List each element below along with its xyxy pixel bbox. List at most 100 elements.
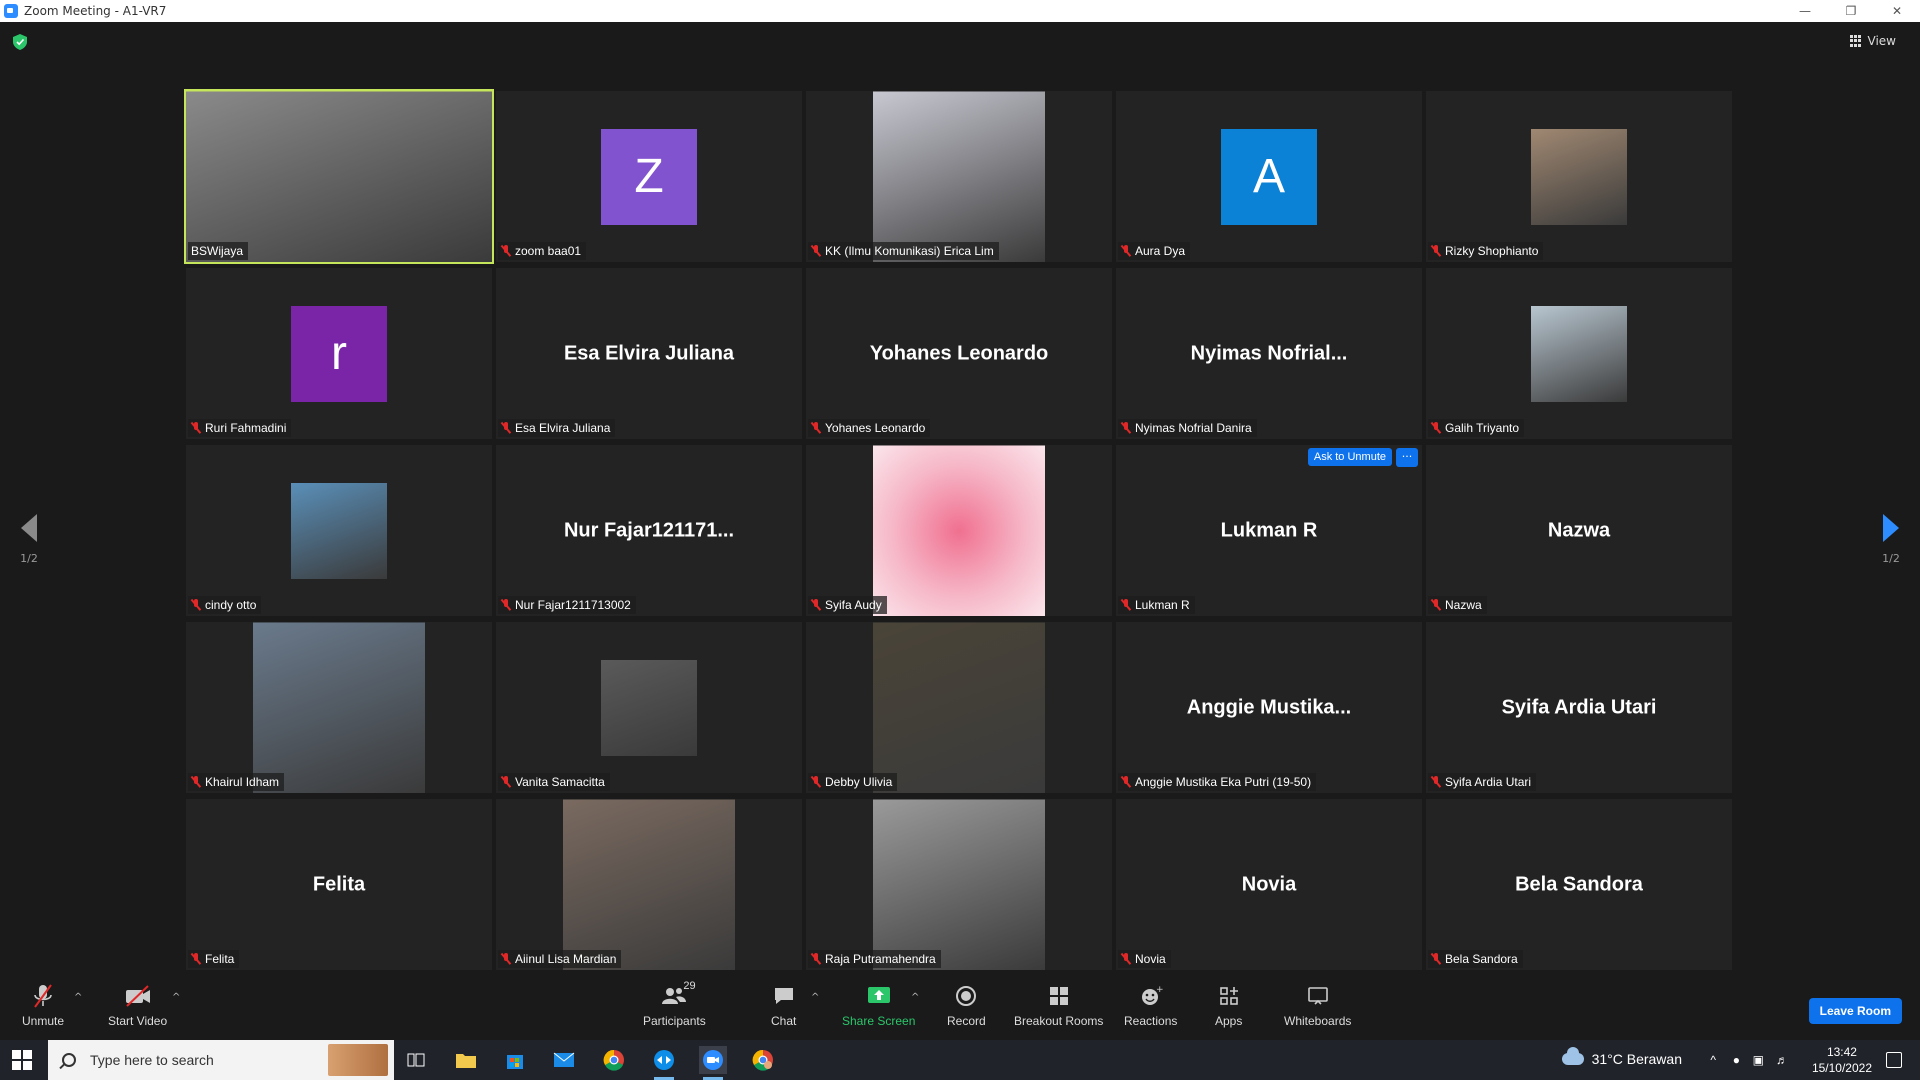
participant-tile[interactable]: KK (Ilmu Komunikasi) Erica Lim: [806, 91, 1112, 262]
mic-muted-icon: [501, 422, 511, 434]
ask-to-unmute-button[interactable]: Ask to Unmute: [1307, 448, 1392, 466]
apps-icon: [1219, 987, 1238, 1005]
participant-tile[interactable]: Khairul Idham: [186, 622, 492, 793]
mic-muted-icon: [811, 599, 821, 611]
participant-video: [873, 91, 1045, 262]
svg-text:+: +: [1156, 985, 1163, 995]
participant-tile[interactable]: A Aura Dya: [1116, 91, 1422, 262]
participant-display-name: Nyimas Nofrial...: [1190, 342, 1348, 364]
view-button[interactable]: View: [1849, 34, 1896, 48]
participant-tile[interactable]: Esa Elvira Juliana Esa Elvira Juliana: [496, 268, 802, 439]
participant-tile[interactable]: Felita Felita: [186, 799, 492, 970]
weather-widget[interactable]: 31°C Berawan: [1561, 1047, 1682, 1067]
breakout-rooms-button[interactable]: Breakout Rooms: [1014, 982, 1103, 1028]
mic-muted-icon: [1431, 599, 1441, 611]
participant-name-bar: Felita: [188, 950, 240, 968]
participant-tile[interactable]: Galih Triyanto: [1426, 268, 1732, 439]
microphone-tray-icon[interactable]: ●: [1733, 1053, 1740, 1067]
participant-tile[interactable]: Syifa Ardia Utari Syifa Ardia Utari: [1426, 622, 1732, 793]
chrome-icon[interactable]: [600, 1046, 628, 1074]
audio-options-caret-icon[interactable]: ^: [74, 992, 82, 1003]
participant-name-bar: Syifa Ardia Utari: [1428, 773, 1537, 791]
security-shield-icon[interactable]: [13, 34, 27, 50]
participant-tile[interactable]: Vanita Samacitta: [496, 622, 802, 793]
record-button[interactable]: Record: [947, 982, 986, 1028]
participant-video: [253, 622, 425, 793]
participant-tile[interactable]: Bela Sandora Bela Sandora: [1426, 799, 1732, 970]
mail-icon[interactable]: [550, 1046, 578, 1074]
next-page-button[interactable]: 1/2: [1876, 514, 1906, 565]
task-view-icon[interactable]: [402, 1046, 430, 1074]
participant-tile[interactable]: Aiinul Lisa Mardian: [496, 799, 802, 970]
show-hidden-icons-icon[interactable]: ^: [1710, 1053, 1716, 1067]
unmute-button[interactable]: Unmute: [22, 982, 64, 1028]
taskbar-clock[interactable]: 13:42 15/10/2022: [1812, 1044, 1872, 1076]
share-options-caret-icon[interactable]: ^: [911, 992, 919, 1003]
windows-start-icon[interactable]: [12, 1050, 32, 1070]
whiteboards-button[interactable]: Whiteboards: [1284, 982, 1351, 1028]
microsoft-store-icon[interactable]: [501, 1046, 529, 1074]
chat-button[interactable]: Chat: [771, 982, 796, 1028]
network-icon[interactable]: ▣: [1753, 1053, 1764, 1067]
participant-display-name: Syifa Ardia Utari: [1501, 696, 1657, 718]
search-highlight-image: [328, 1044, 388, 1076]
participant-tile[interactable]: Zzoom baa01: [496, 91, 802, 262]
mic-muted-icon: [191, 599, 201, 611]
reactions-button[interactable]: + Reactions: [1124, 982, 1177, 1028]
video-options-caret-icon[interactable]: ^: [172, 992, 180, 1003]
participant-name-bar: zoom baa01: [498, 242, 587, 260]
notification-center-icon[interactable]: [1886, 1052, 1902, 1068]
participant-tile[interactable]: Rizky Shophianto: [1426, 91, 1732, 262]
share-screen-label: Share Screen: [842, 1014, 916, 1028]
search-icon: [62, 1053, 76, 1067]
leave-room-button[interactable]: Leave Room: [1808, 998, 1902, 1024]
participant-name-bar: Lukman R: [1118, 596, 1195, 614]
zoom-taskbar-icon[interactable]: [699, 1046, 727, 1080]
participant-tile[interactable]: Anggie Mustika... Anggie Mustika Eka Putr…: [1116, 622, 1422, 793]
participant-tile[interactable]: Nur Fajar121171... Nur Fajar1211713002: [496, 445, 802, 616]
weather-text: 31°C Berawan: [1591, 1051, 1682, 1067]
previous-page-button[interactable]: 1/2: [14, 514, 44, 565]
chat-options-caret-icon[interactable]: ^: [811, 992, 819, 1003]
participant-tile[interactable]: Debby Ulivia: [806, 622, 1112, 793]
participant-tile[interactable]: Nyimas Nofrial... Nyimas Nofrial Danira: [1116, 268, 1422, 439]
participant-tile[interactable]: Raja Putramahendra: [806, 799, 1112, 970]
participant-tile[interactable]: BSWijaya: [184, 89, 494, 264]
participant-tile[interactable]: Syifa Audy: [806, 445, 1112, 616]
restore-icon[interactable]: ❐: [1828, 0, 1874, 22]
participant-name: Debby Ulivia: [825, 775, 893, 789]
apps-button[interactable]: Apps: [1215, 982, 1242, 1028]
close-icon[interactable]: ✕: [1874, 0, 1920, 22]
more-options-icon[interactable]: ···: [1396, 448, 1418, 467]
page-indicator-left: 1/2: [20, 552, 38, 565]
participant-name: Nazwa: [1445, 598, 1482, 612]
mic-muted-icon: [1121, 245, 1131, 257]
participant-tile[interactable]: cindy otto: [186, 445, 492, 616]
taskbar-search[interactable]: Type here to search: [48, 1040, 394, 1080]
participant-tile[interactable]: Nazwa Nazwa: [1426, 445, 1732, 616]
participant-display-name: Nazwa: [1547, 519, 1611, 541]
zoom-app-icon: [4, 4, 18, 18]
file-explorer-icon[interactable]: [452, 1046, 480, 1074]
taskbar-search-placeholder: Type here to search: [90, 1052, 214, 1068]
whiteboard-icon: [1307, 987, 1328, 1005]
mic-muted-icon: [191, 422, 201, 434]
teamviewer-icon[interactable]: [650, 1046, 678, 1080]
volume-icon[interactable]: ♬: [1776, 1053, 1788, 1067]
participant-tile[interactable]: Novia Novia: [1116, 799, 1422, 970]
participant-tile[interactable]: r Ruri Fahmadini: [186, 268, 492, 439]
participant-name-bar: cindy otto: [188, 596, 262, 614]
chrome-profile-icon[interactable]: [749, 1046, 777, 1074]
participant-tile[interactable]: Yohanes Leonardo Yohanes Leonardo: [806, 268, 1112, 439]
view-label: View: [1867, 34, 1896, 48]
start-video-button[interactable]: Start Video: [108, 982, 167, 1028]
minimize-icon[interactable]: —: [1782, 0, 1828, 22]
participant-tile[interactable]: Lukman R Ask to Unmute ··· Lukman R: [1116, 445, 1422, 616]
reactions-label: Reactions: [1124, 1014, 1178, 1028]
share-screen-button[interactable]: Share Screen: [842, 982, 915, 1028]
participant-video: [873, 622, 1045, 793]
participant-name-bar: BSWijaya: [188, 242, 249, 260]
participant-name-bar: Nur Fajar1211713002: [498, 596, 636, 614]
participant-name-bar: Novia: [1118, 950, 1171, 968]
participants-button[interactable]: 29 Participants: [643, 980, 706, 1028]
